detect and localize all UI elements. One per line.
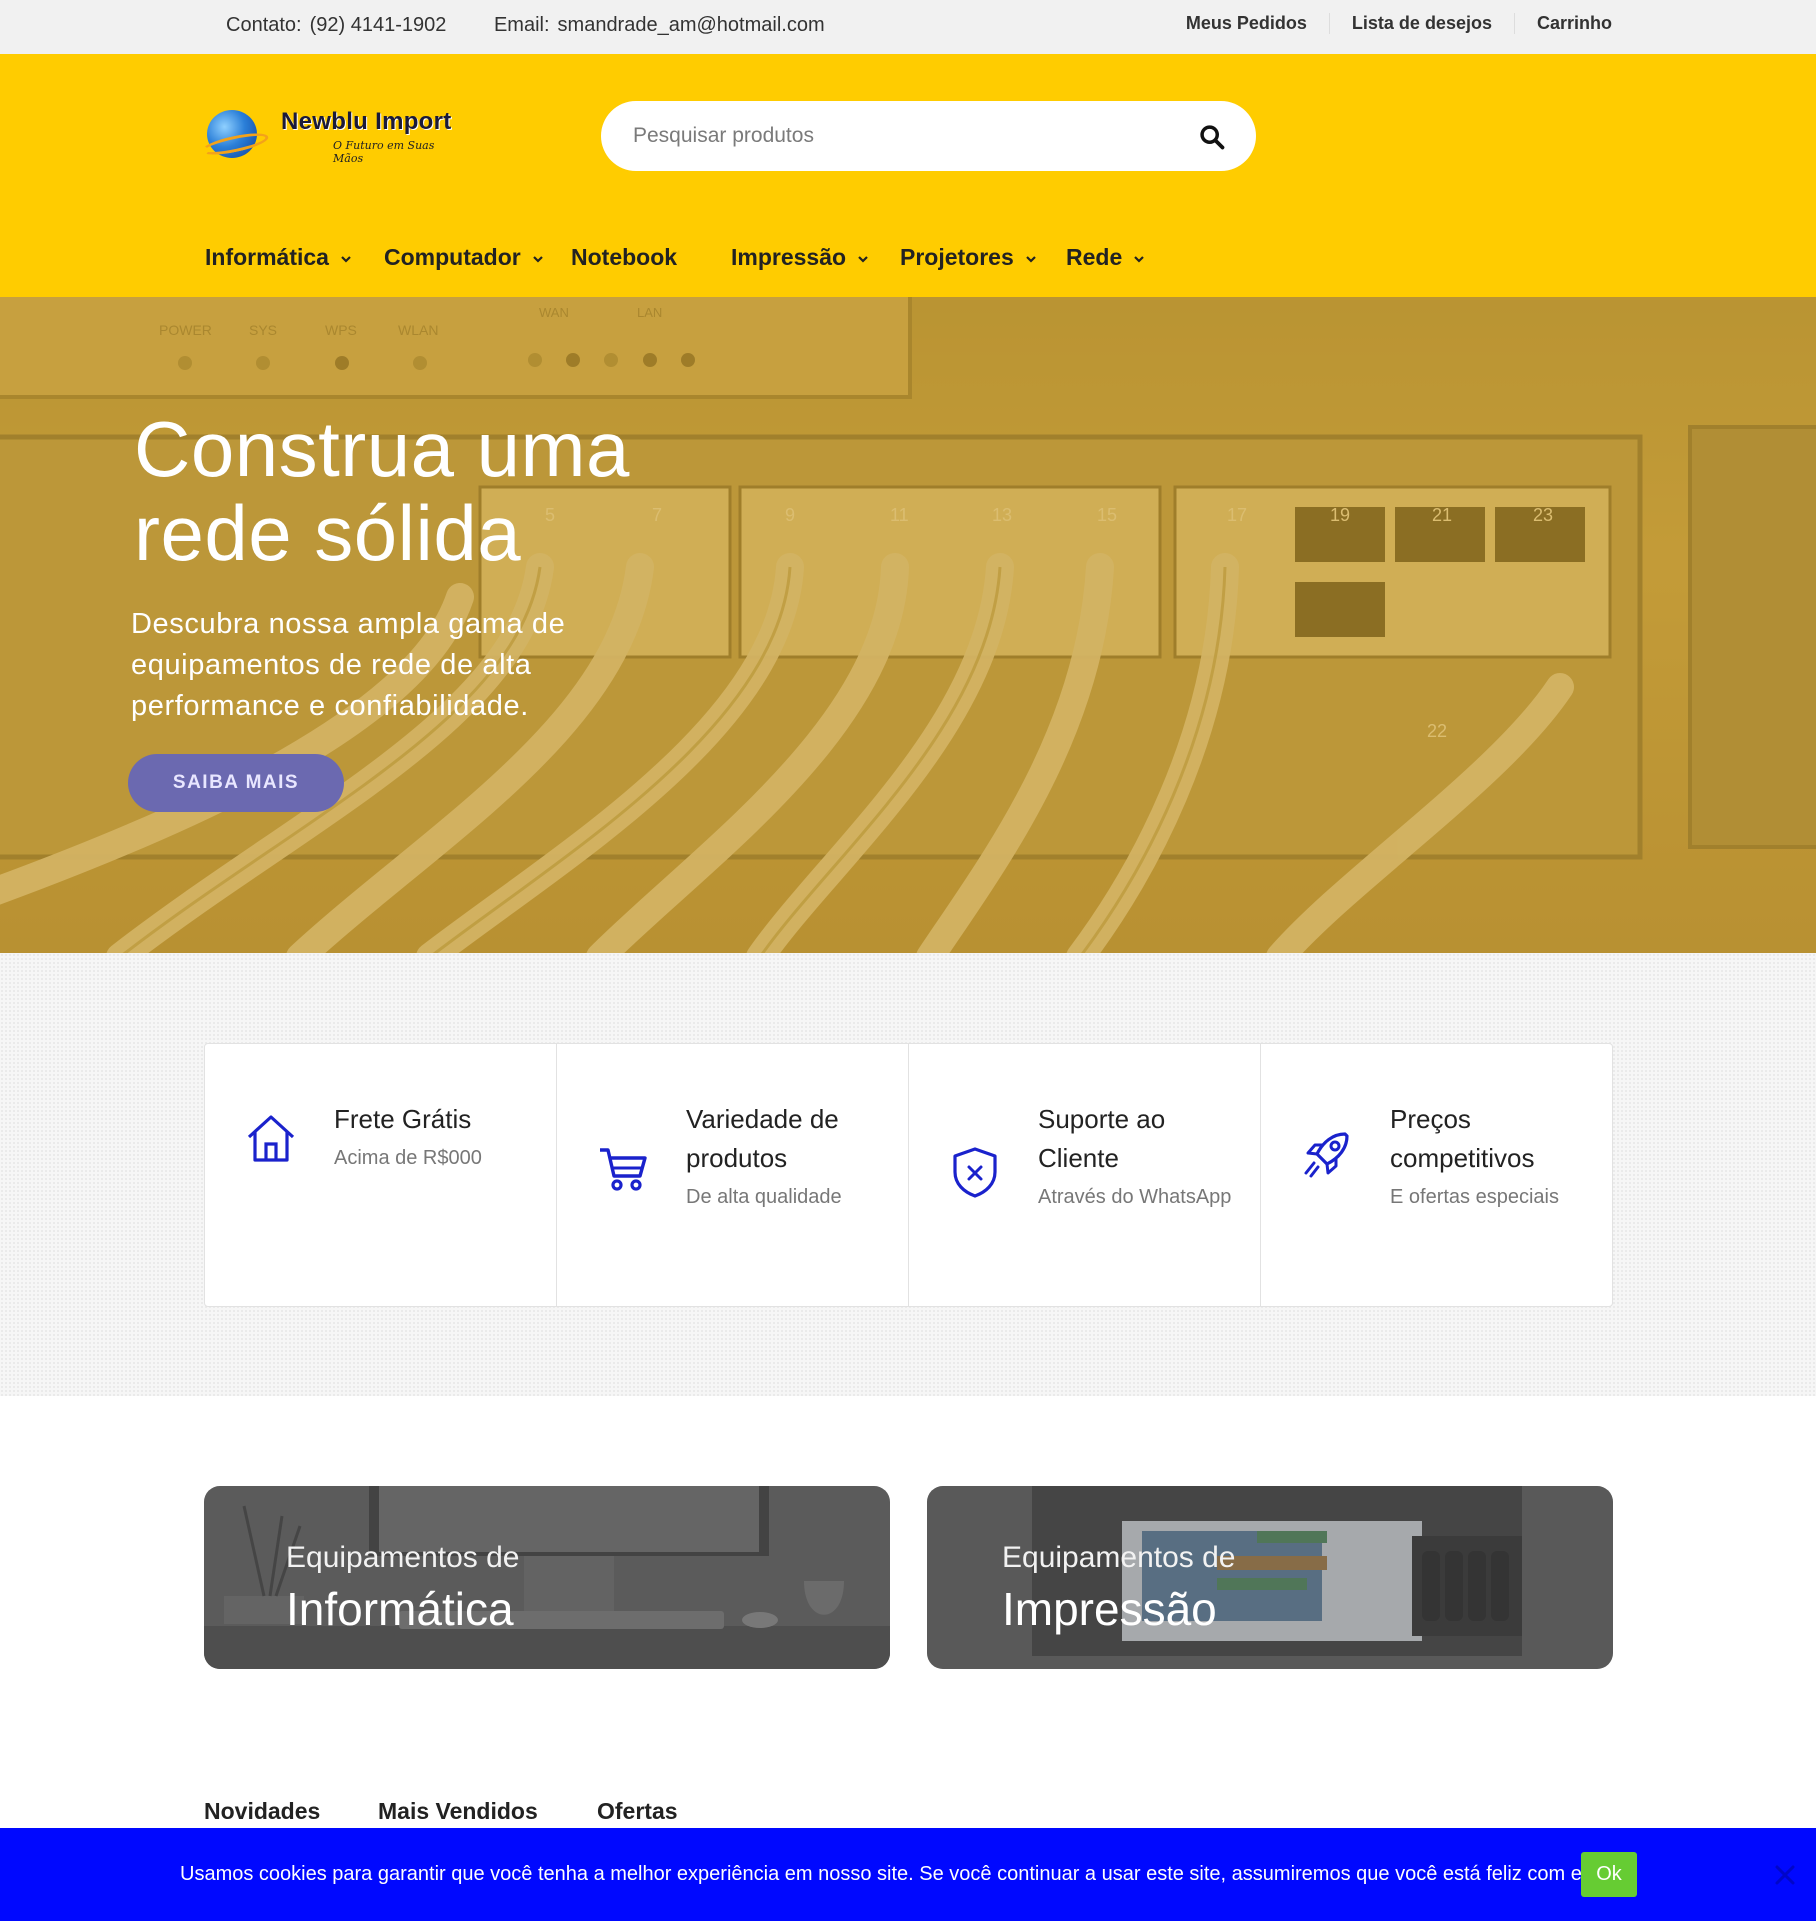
tab-ofertas[interactable]: Ofertas — [597, 1798, 678, 1825]
my-orders-link[interactable]: Meus Pedidos — [1164, 13, 1329, 34]
site-logo[interactable]: Newblu Import O Futuro em Suas Mãos — [203, 102, 466, 165]
desk-computer-image — [204, 1486, 890, 1669]
account-links: Meus Pedidos Lista de desejos Carrinho — [1164, 13, 1612, 34]
nav-label: Impressão — [731, 244, 847, 270]
cart-link[interactable]: Carrinho — [1513, 13, 1612, 34]
feature-description: De alta qualidade — [686, 1186, 842, 1208]
nav-item-informatica[interactable]: Informática — [205, 244, 353, 271]
nav-label: Notebook — [571, 244, 678, 270]
contact-info: Contato: (92) 4141-1902 Email: smandrade_a… — [226, 14, 867, 37]
learn-more-button[interactable]: SAIBA MAIS — [128, 754, 344, 812]
feature-description: Através do WhatsApp — [1038, 1186, 1232, 1208]
rocket-icon — [1304, 1132, 1349, 1178]
nav-item-projetores[interactable]: Projetores — [900, 244, 1038, 271]
tab-mais-vendidos[interactable]: Mais Vendidos — [378, 1798, 538, 1825]
cart-icon — [600, 1148, 647, 1191]
nav-item-impressao[interactable]: Impressão — [731, 244, 870, 271]
nav-item-rede[interactable]: Rede — [1066, 244, 1146, 271]
nav-item-computador[interactable]: Computador — [384, 244, 545, 271]
hero-title-line: rede sólida — [134, 489, 522, 577]
contact-label: Contato: — [226, 14, 302, 36]
category-impressao[interactable]: Equipamentos de Impressão — [927, 1486, 1613, 1669]
contact-phone[interactable]: (92) 4141-1902 — [310, 14, 447, 36]
hero-title: Construa uma rede sólida — [134, 407, 834, 575]
top-bar: Contato: (92) 4141-1902 Email: smandrade_a… — [0, 0, 1816, 54]
search-icon[interactable] — [1198, 123, 1226, 151]
hero-subtitle: Descubra nossa ampla gama de equipamento… — [131, 608, 566, 722]
category-pre-label: Equipamentos de — [286, 1541, 520, 1574]
chevron-down-icon — [532, 256, 543, 263]
site-header: Newblu Import O Futuro em Suas Mãos Info… — [0, 54, 1816, 297]
nav-label: Informática — [205, 244, 329, 270]
feature-card: Variedade de produtos De alta qualidade — [556, 1044, 908, 1306]
feature-description: Acima de R$000 — [334, 1147, 482, 1169]
hero-banner: POWER SYS WPS WLAN WAN LAN 5 7 9 11 13 1… — [0, 297, 1816, 953]
wishlist-link[interactable]: Lista de desejos — [1328, 13, 1514, 34]
nav-label: Projetores — [900, 244, 1014, 270]
feature-card: Preços competitivos E ofertas especiais — [1260, 1044, 1612, 1306]
tab-novidades[interactable]: Novidades — [204, 1798, 320, 1825]
feature-title: Frete Grátis — [334, 1104, 472, 1134]
nav-item-notebook[interactable]: Notebook — [571, 244, 677, 271]
close-icon[interactable] — [1773, 1863, 1797, 1887]
logo-tagline: O Futuro em Suas Mãos — [333, 139, 435, 165]
nav-label: Computador — [384, 244, 521, 270]
category-informatica[interactable]: Equipamentos de Informática — [204, 1486, 890, 1669]
chevron-down-icon — [1025, 256, 1036, 263]
nav-label: Rede — [1066, 244, 1123, 270]
chevron-down-icon — [341, 256, 351, 263]
feature-title: Suporte ao Cliente — [1038, 1104, 1166, 1173]
chevron-down-icon — [858, 256, 868, 263]
feature-description: E ofertas especiais — [1390, 1186, 1559, 1208]
email-label: Email: — [493, 14, 550, 36]
contact-email[interactable]: smandrade_am@hotmail.com — [558, 14, 825, 36]
category-pre-label: Equipamentos de — [1002, 1541, 1236, 1574]
feature-card: Suporte ao Cliente Através do WhatsApp — [908, 1044, 1260, 1306]
home-icon — [247, 1115, 295, 1162]
logo-name: Newblu Import — [281, 108, 452, 135]
search-input[interactable] — [631, 101, 1151, 171]
features-section: Frete Grátis Acima de R$000 Variedade de… — [0, 953, 1816, 1396]
chevron-down-icon — [1134, 256, 1145, 263]
hero-title-line: Construa uma — [134, 405, 630, 493]
cookie-banner: Usamos cookies para garantir que você te… — [0, 1828, 1816, 1921]
features-grid: Frete Grátis Acima de R$000 Variedade de… — [204, 1043, 1613, 1307]
feature-title: Preços competitivos — [1390, 1104, 1535, 1173]
search-bar — [601, 101, 1256, 171]
feature-card: Frete Grátis Acima de R$000 — [205, 1044, 556, 1306]
cookie-ok-button[interactable]: Ok — [1581, 1852, 1637, 1897]
feature-title: Variedade de produtos — [686, 1104, 839, 1173]
globe-icon — [207, 110, 257, 158]
printer-image — [927, 1486, 1613, 1669]
cookie-message: Usamos cookies para garantir que você te… — [180, 1863, 1603, 1885]
category-title: Impressão — [1002, 1583, 1217, 1635]
category-title: Informática — [286, 1583, 514, 1635]
shield-icon — [953, 1147, 997, 1198]
